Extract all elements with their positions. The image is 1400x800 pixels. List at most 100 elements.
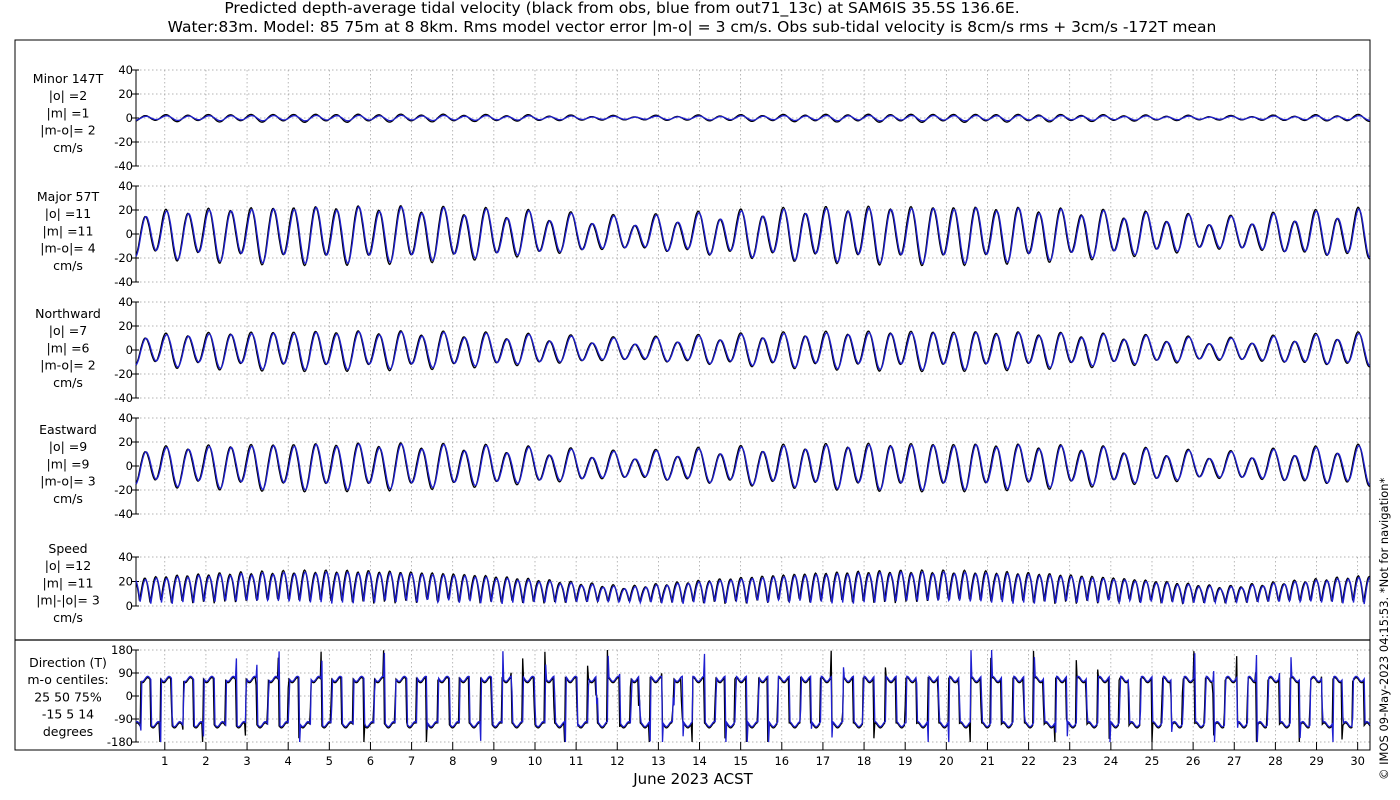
y-tick-label: -180 <box>107 735 133 749</box>
y-tick-label: -40 <box>114 507 133 521</box>
y-tick-label: 0 <box>126 689 133 703</box>
panel-label-line: |m| =1 <box>47 105 90 120</box>
x-tick-label: 23 <box>1062 754 1077 768</box>
x-axis: 1 2 3 4 5 6 7 8 9 10 11 12 13 14 15 16 17 18 19 20 21 22 23 24 2… <box>161 742 1365 768</box>
panel-label-line: cm/s <box>53 258 83 273</box>
y-tick-label: 20 <box>118 203 133 217</box>
panel-major: -40 -20 0 20 40 Major 57T |o| =11 |m| =11 |m-o|=… <box>37 179 1371 289</box>
panel-label-line: cm/s <box>53 140 83 155</box>
x-tick-label: 4 <box>285 754 292 768</box>
x-tick-label: 25 <box>1145 754 1160 768</box>
panel-label-line: Major 57T <box>37 189 100 204</box>
copyright-note: © IMOS 09-May-2023 04:15:53. *Not for na… <box>1377 477 1391 780</box>
panel-label-line: |o| =12 <box>45 558 91 573</box>
panel-label-line: |m-o|= 2 <box>40 123 95 138</box>
y-tick-label: 0 <box>126 343 133 357</box>
y-tick-label: 40 <box>118 411 133 425</box>
panel-label-line: |m| =9 <box>47 456 90 471</box>
panel-label-line: Northward <box>35 306 101 321</box>
x-tick-label: 28 <box>1268 754 1283 768</box>
x-tick-label: 9 <box>490 754 497 768</box>
x-tick-label: 1 <box>161 754 168 768</box>
x-tick-label: 7 <box>408 754 415 768</box>
panel-label-line: |m| =6 <box>47 340 90 355</box>
x-tick-label: 14 <box>692 754 707 768</box>
panels-group: -40 -20 0 20 40 Minor 147T |o| =2 |m| =1 |m-o|= … <box>27 63 1371 749</box>
y-tick-label: 20 <box>118 575 133 589</box>
tidal-velocity-figure: Predicted depth-average tidal velocity (… <box>14 0 1391 788</box>
panel-label-line: Minor 147T <box>33 71 104 86</box>
x-tick-label: 15 <box>733 754 748 768</box>
x-tick-label: 6 <box>367 754 374 768</box>
panel-minor: -40 -20 0 20 40 Minor 147T |o| =2 |m| =1 |m-o|= … <box>33 63 1371 173</box>
y-tick-label: 40 <box>118 295 133 309</box>
y-tick-label: 0 <box>126 599 133 613</box>
x-tick-label: 3 <box>243 754 250 768</box>
panel-label-line: |m|-|o|= 3 <box>36 593 100 608</box>
y-tick-label: -40 <box>114 159 133 173</box>
panel-speed: 0 20 40 Speed |o| =12 |m| =11 |m|-|o|= 3 cm/s <box>36 541 1371 625</box>
panel-label-line: |o| =2 <box>49 88 87 103</box>
x-tick-label: 16 <box>774 754 789 768</box>
x-tick-label: 22 <box>1021 754 1036 768</box>
y-tick-label: -20 <box>114 251 133 265</box>
figure-frame <box>14 39 1371 751</box>
y-tick-label: 20 <box>118 435 133 449</box>
x-tick-label: 19 <box>898 754 913 768</box>
panel-label-line: Speed <box>48 541 87 556</box>
y-tick-label: 0 <box>126 227 133 241</box>
chart-subtitle: Water:83m. Model: 85 75m at 8 8km. Rms m… <box>168 18 1217 36</box>
y-tick-label: -20 <box>114 367 133 381</box>
x-axis-label: June 2023 ACST <box>632 770 753 788</box>
x-tick-label: 12 <box>610 754 625 768</box>
x-tick-label: 29 <box>1309 754 1324 768</box>
x-tick-label: 24 <box>1104 754 1119 768</box>
panel-label-line: cm/s <box>53 491 83 506</box>
panel-label-line: -15 5 14 <box>42 707 94 722</box>
panel-label-line: cm/s <box>53 610 83 625</box>
panel-label-line: |m-o|= 3 <box>40 474 95 489</box>
panel-northward: -40 -20 0 20 40 Northward |o| =7 |m| =6 |m-o|= 2… <box>35 295 1371 405</box>
x-tick-label: 21 <box>980 754 995 768</box>
x-tick-label: 30 <box>1350 754 1365 768</box>
x-tick-label: 8 <box>449 754 456 768</box>
y-tick-label: -40 <box>114 391 133 405</box>
chart-title: Predicted depth-average tidal velocity (… <box>224 0 1019 18</box>
panel-label-line: |m-o|= 4 <box>40 241 95 256</box>
panel-label-line: Direction (T) <box>29 655 107 670</box>
panel-label-line: Eastward <box>39 422 97 437</box>
panel-direction: -180 -90 0 90 180 Direction (T) m-o centiles: 2… <box>27 643 1371 749</box>
panel-label-line: 25 50 75% <box>34 689 102 704</box>
x-tick-label: 5 <box>326 754 333 768</box>
y-tick-label: 90 <box>118 666 133 680</box>
x-tick-label: 2 <box>202 754 209 768</box>
y-tick-label: -90 <box>114 712 133 726</box>
panel-eastward: -40 -20 0 20 40 Eastward |o| =9 |m| =9 |m-o|= 3 c… <box>39 411 1371 521</box>
panel-label-line: |o| =9 <box>49 439 88 454</box>
y-tick-label: 40 <box>118 179 133 193</box>
x-tick-label: 13 <box>651 754 666 768</box>
y-tick-label: 20 <box>118 319 133 333</box>
outer-frame <box>14 39 1371 751</box>
x-tick-label: 10 <box>528 754 543 768</box>
y-tick-label: 180 <box>111 643 133 657</box>
x-tick-label: 18 <box>857 754 872 768</box>
panel-label-line: |m| =11 <box>43 575 94 590</box>
y-tick-label: 40 <box>118 63 133 77</box>
panel-label-line: m-o centiles: <box>27 672 108 687</box>
panel-label-line: cm/s <box>53 375 83 390</box>
panel-label-line: |o| =11 <box>45 206 91 221</box>
x-tick-label: 26 <box>1186 754 1201 768</box>
y-tick-label: -20 <box>114 135 133 149</box>
y-tick-label: 0 <box>126 459 133 473</box>
y-tick-label: -40 <box>114 275 133 289</box>
x-tick-label: 11 <box>569 754 584 768</box>
panel-label-line: |o| =7 <box>49 323 87 338</box>
x-tick-label: 20 <box>939 754 954 768</box>
panel-label-line: degrees <box>43 724 93 739</box>
y-tick-label: -20 <box>114 483 133 497</box>
y-tick-label: 40 <box>118 550 133 564</box>
panel-label-line: |m-o|= 2 <box>40 358 95 373</box>
panel-label-line: |m| =11 <box>43 223 94 238</box>
x-tick-label: 17 <box>816 754 831 768</box>
